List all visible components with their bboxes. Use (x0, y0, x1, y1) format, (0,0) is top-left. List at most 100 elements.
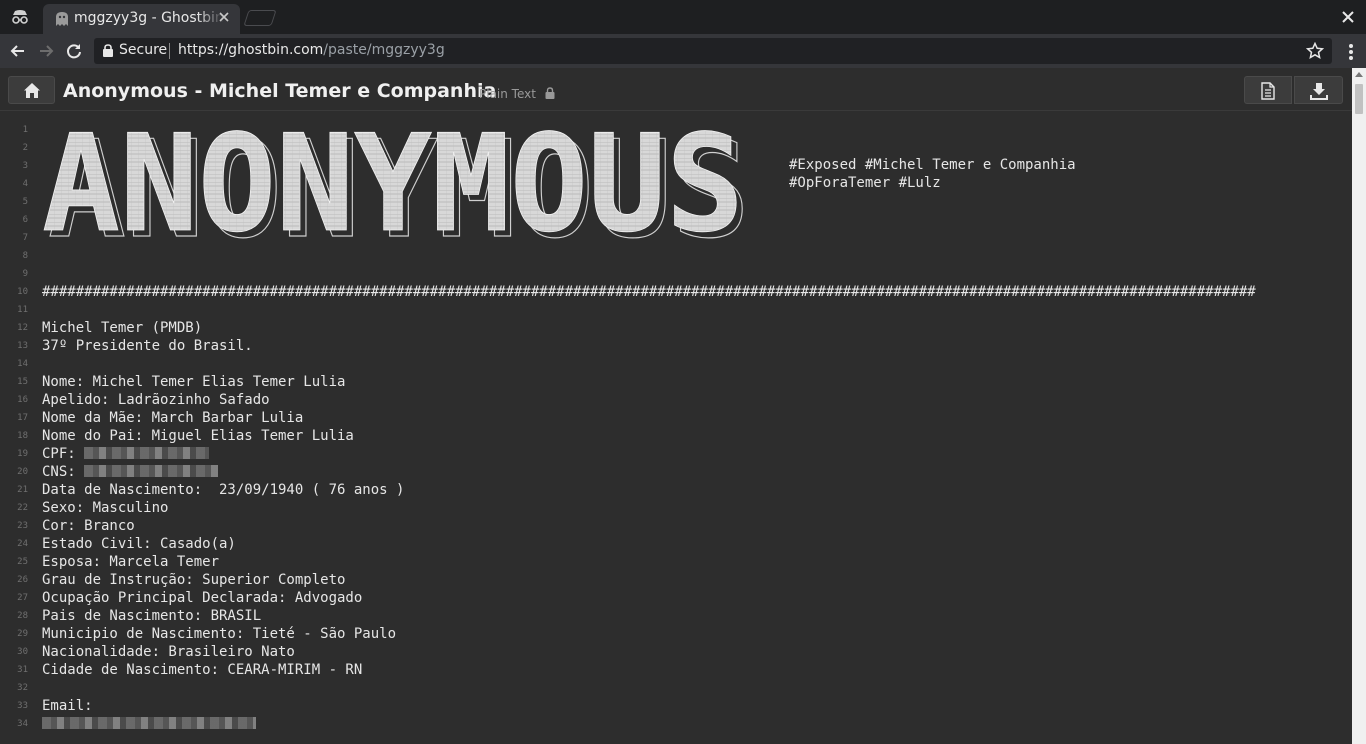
line-number: 10 (17, 287, 28, 297)
url-text: https://ghostbin.com/paste/mggzyy3g (178, 42, 445, 58)
line-number: 32 (17, 683, 28, 693)
line-number: 7 (22, 233, 28, 243)
line-number: 27 (17, 593, 28, 603)
code-line: Data de Nascimento: 23/09/1940 ( 76 anos… (42, 481, 1256, 499)
line-number: 3 (22, 161, 28, 171)
forward-arrow-icon[interactable] (36, 41, 56, 61)
code-line-text: Apelido: Ladrãozinho Safado (42, 392, 270, 408)
code-line: ########################################… (42, 283, 1256, 301)
code-line: Esposa: Marcela Temer (42, 553, 1256, 571)
line-number: 23 (17, 521, 28, 531)
window-close-icon[interactable] (1340, 9, 1356, 25)
address-divider (169, 43, 170, 59)
line-number: 14 (17, 359, 28, 369)
line-number: 4 (22, 179, 28, 189)
code-line-text: Data de Nascimento: 23/09/1940 ( 76 anos… (42, 482, 405, 498)
code-line-text: Nome da Mãe: March Barbar Lulia (42, 410, 304, 426)
browser-toolbar: Secure https://ghostbin.com/paste/mggzyy… (0, 34, 1366, 68)
line-number: 17 (17, 413, 28, 423)
tab-title: mggzyy3g - Ghostbin (74, 10, 224, 26)
vertical-scrollbar[interactable] (1352, 68, 1366, 744)
line-number: 12 (17, 323, 28, 333)
line-number: 34 (17, 719, 28, 729)
anonymous-ascii-banner: ANONYMOUS ANONYMOUS (42, 126, 751, 242)
code-line: Michel Temer (PMDB) (42, 319, 1256, 337)
code-line-text: CNS: (42, 464, 85, 480)
line-number: 28 (17, 611, 28, 621)
scroll-up-arrow-icon[interactable] (1355, 72, 1363, 77)
paste-header: Anonymous - Michel Temer e Companhia Pla… (0, 68, 1352, 111)
download-button[interactable] (1294, 76, 1343, 104)
bookmark-star-icon[interactable] (1306, 42, 1324, 60)
code-line-text: Sexo: Masculino (42, 500, 169, 516)
line-number: 16 (17, 395, 28, 405)
line-number: 31 (17, 665, 28, 675)
code-line: Sexo: Masculino (42, 499, 1256, 517)
code-line: Municipio de Nascimento: Tieté - São Pau… (42, 625, 1256, 643)
incognito-icon (12, 10, 28, 24)
line-number: 22 (17, 503, 28, 513)
code-line-text: Municipio de Nascimento: Tieté - São Pau… (42, 626, 397, 642)
lock-icon (103, 44, 113, 57)
line-number: 2 (22, 143, 28, 153)
ascii-banner-text: ANONYMOUS (42, 126, 744, 242)
code-line: Apelido: Ladrãozinho Safado (42, 391, 1256, 409)
code-line-text: Esposa: Marcela Temer (42, 554, 220, 570)
language-label: Plain Text (479, 87, 536, 101)
code-line: Nome da Mãe: March Barbar Lulia (42, 409, 1256, 427)
code-line-text: Pais de Nascimento: BRASIL (42, 608, 262, 624)
line-number: 20 (17, 467, 28, 477)
code-line: CPF: (42, 445, 1256, 463)
line-number: 26 (17, 575, 28, 585)
secure-label: Secure (119, 42, 168, 58)
line-number: 9 (22, 269, 28, 279)
code-line: Estado Civil: Casado(a) (42, 535, 1256, 553)
code-line-text: CPF: (42, 446, 85, 462)
code-line-text: Email: (42, 698, 93, 714)
code-line-text: Nome do Pai: Miguel Elias Temer Lulia (42, 428, 354, 444)
url-path: /paste/mggzyy3g (323, 42, 445, 58)
paste-title: Anonymous - Michel Temer e Companhia (63, 80, 497, 102)
code-line-text: Grau de Instrução: Superior Completo (42, 572, 346, 588)
home-button[interactable] (8, 76, 55, 104)
code-line-text: Michel Temer (PMDB) (42, 320, 203, 336)
code-line-text: Cidade de Nascimento: CEARA-MIRIM - RN (42, 662, 363, 678)
active-tab[interactable]: mggzyy3g - Ghostbin (43, 4, 240, 34)
line-number: 19 (17, 449, 28, 459)
code-line (42, 715, 1256, 733)
line-number: 33 (17, 701, 28, 711)
back-arrow-icon[interactable] (8, 41, 28, 61)
code-line: Nome do Pai: Miguel Elias Temer Lulia (42, 427, 1256, 445)
home-icon (24, 83, 40, 98)
code-line: Grau de Instrução: Superior Completo (42, 571, 1256, 589)
close-tab-icon[interactable] (216, 9, 232, 25)
code-line-text: Nome: Michel Temer Elias Temer Lulia (42, 374, 346, 390)
line-number: 21 (17, 485, 28, 495)
code-line: Cidade de Nascimento: CEARA-MIRIM - RN (42, 661, 1256, 679)
line-number-gutter: 1 2 3 4 5 6 7 8 9 10 11 12 13 14 15 16 17 18 19 20 21 22 23 24 2… (0, 121, 32, 733)
code-line: Nome: Michel Temer Elias Temer Lulia (42, 373, 1256, 391)
kebab-menu-icon[interactable] (1348, 43, 1354, 61)
private-lock-icon (545, 87, 555, 99)
redacted-pixelation (84, 447, 210, 459)
hashtag-line-2: #OpForaTemer #Lulz (789, 175, 941, 191)
scrollbar-thumb[interactable] (1355, 84, 1363, 114)
hashtags: #Exposed #Michel Temer e Companhia #OpFor… (789, 156, 1076, 192)
code-line: 37º Presidente do Brasil. (42, 337, 1256, 355)
raw-view-button[interactable] (1244, 76, 1292, 104)
document-icon (1261, 82, 1275, 100)
new-tab-button[interactable] (243, 10, 277, 26)
address-bar[interactable]: Secure https://ghostbin.com/paste/mggzyy… (94, 38, 1332, 64)
code-line: Ocupação Principal Declarada: Advogado (42, 589, 1256, 607)
code-line: Pais de Nascimento: BRASIL (42, 607, 1256, 625)
line-number: 11 (17, 305, 28, 315)
reload-icon[interactable] (64, 41, 84, 61)
line-number: 30 (17, 647, 28, 657)
code-line-text: Cor: Branco (42, 518, 135, 534)
line-number: 6 (22, 215, 28, 225)
